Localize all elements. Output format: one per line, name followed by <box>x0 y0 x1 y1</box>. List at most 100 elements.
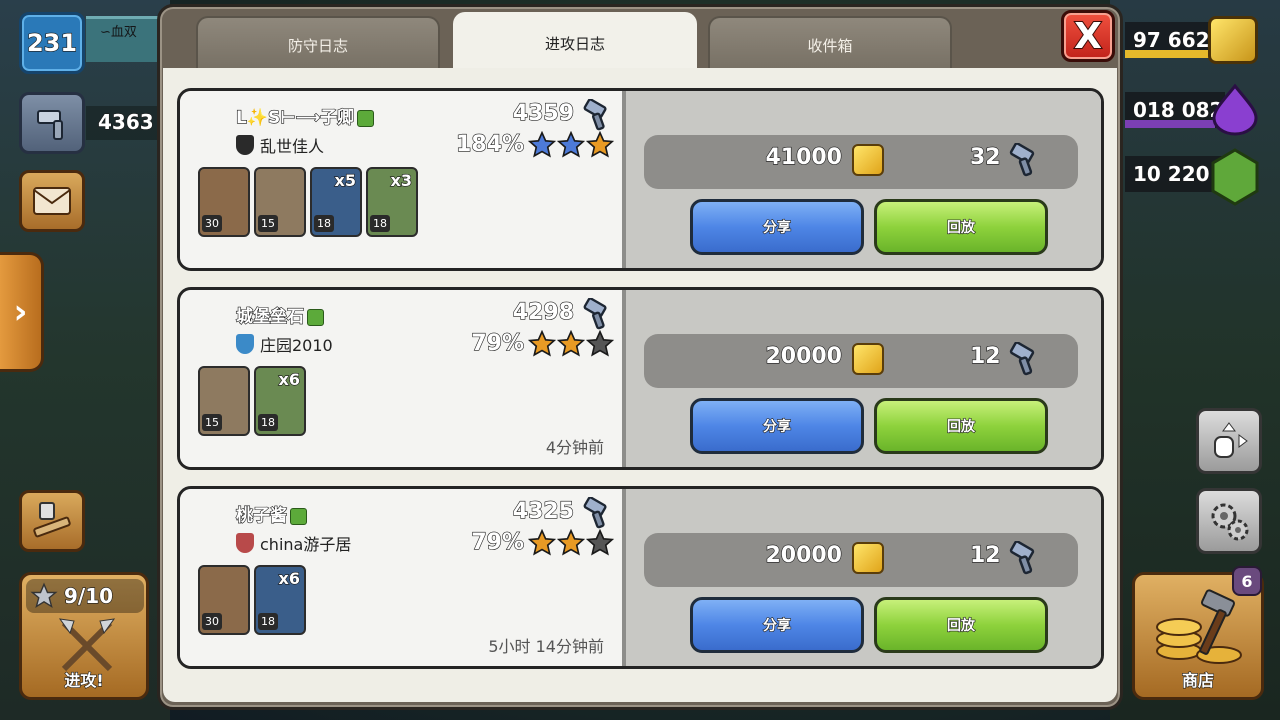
trophy-hammer-icon <box>1009 540 1035 575</box>
star-icon <box>30 582 58 609</box>
move-buildings-button[interactable] <box>1196 408 1262 474</box>
attack-time: 5小时 14分钟前 <box>488 637 604 656</box>
chevron-right-icon: › <box>13 292 28 332</box>
gold-looted: 41000 <box>765 144 843 170</box>
troop-count: x3 <box>390 170 413 190</box>
troop-card-baby-dragon: x6 18 <box>254 366 306 436</box>
opponent-trophies: 4298 <box>512 299 574 325</box>
shop-label: 商店 <box>1181 670 1214 690</box>
elixir-fill <box>1125 120 1215 128</box>
trophy-icon <box>1006 341 1040 380</box>
troop-level: 30 <box>202 613 222 630</box>
gold-amount: 97 662 <box>1132 27 1210 52</box>
gold-coins-hammer-icon <box>1156 589 1242 664</box>
troop-card-cannon-cart: 15 <box>198 366 250 436</box>
clan-badge-icon <box>236 334 254 354</box>
trophies-gained: 32 <box>969 144 1001 170</box>
clan-name: 庄园2010 <box>260 336 333 355</box>
troop-card-barbarian-cannon: 30 <box>198 565 250 635</box>
elixir-icon <box>1212 83 1258 136</box>
troop-count: x6 <box>278 369 301 389</box>
troop-card-pekka: x5 18 <box>310 167 362 237</box>
troop-count: x5 <box>334 170 357 190</box>
gems-amount: 10 220 <box>1132 161 1210 186</box>
sword-icon <box>33 502 71 538</box>
tab-inbox[interactable]: 收件箱 <box>708 16 952 72</box>
loot-summary: 41000 32 <box>644 135 1078 189</box>
league-tag-icon <box>290 507 307 525</box>
replay-button[interactable]: 回放 <box>874 398 1048 454</box>
opponent-clan: 庄园2010 <box>236 332 333 356</box>
share-button[interactable]: 分享 <box>690 398 864 454</box>
trophy-icon-button[interactable] <box>19 92 85 154</box>
trophy-icon <box>580 496 612 533</box>
league-tag-icon <box>357 109 375 127</box>
trophy-hammer-icon <box>1009 142 1035 177</box>
opponent-clan: china游子居 <box>236 531 351 555</box>
mail-button[interactable] <box>19 170 85 232</box>
destruction-percent: 79% <box>471 529 525 555</box>
troop-card-pekka: x6 18 <box>254 565 306 635</box>
troop-level: 18 <box>258 613 278 630</box>
trophies-gained: 12 <box>969 343 1001 369</box>
troop-count: x6 <box>278 568 301 588</box>
star-icon <box>527 528 557 561</box>
trophies-gained: 12 <box>969 542 1001 568</box>
opponent-trophies: 4359 <box>512 100 574 126</box>
opponent-clan: 乱世佳人 <box>236 133 324 157</box>
star-icon <box>556 130 586 163</box>
gold-fill <box>1125 50 1215 58</box>
league-tag-icon <box>307 308 324 326</box>
opponent-info: 城堡垒石 庄园2010 4298 79% 15 x6 18 4分钟前 <box>180 290 622 467</box>
attack-button[interactable]: 9/10 进攻! <box>19 572 149 700</box>
experience-level-badge[interactable]: 231 <box>19 12 85 74</box>
tab-defense-log[interactable]: 防守日志 <box>196 16 440 72</box>
player-name-strip: ∽血双 <box>86 16 166 62</box>
builder-button[interactable] <box>19 490 85 552</box>
troop-level: 15 <box>202 414 222 431</box>
trophy-hammer-icon <box>583 297 607 330</box>
gear-icon <box>1211 503 1249 541</box>
opponent-trophies: 4325 <box>512 498 574 524</box>
troop-card-barbarian-cannon: 30 <box>198 167 250 237</box>
trophy-count-box: 4363 <box>86 106 166 140</box>
star-icon <box>585 329 615 362</box>
expand-side-panel-button[interactable]: › <box>0 252 44 372</box>
gold-icon <box>852 343 884 375</box>
opponent-info: L✨S⊢⟶子卿 乱世佳人 4359 184% 30 15 x5 18 x3 18 <box>180 91 622 268</box>
troop-level: 18 <box>314 215 334 232</box>
hand-arrows-icon <box>1214 422 1248 458</box>
clan-name: 乱世佳人 <box>260 137 325 156</box>
opponent-info: 桃子酱 china游子居 4325 79% 30 x6 18 5小时 14分钟前 <box>180 489 622 666</box>
opponent-name: L✨S⊢⟶子卿 <box>235 103 375 129</box>
gold-icon <box>1208 16 1258 64</box>
star-icon <box>527 130 557 163</box>
star-icon <box>585 528 615 561</box>
trophy-icon <box>1006 540 1040 579</box>
share-button[interactable]: 分享 <box>690 597 864 653</box>
trophy-hammer-icon <box>583 496 607 529</box>
destruction-percent: 184% <box>455 131 524 157</box>
opponent-name: 桃子酱 <box>235 501 307 527</box>
hammer-icon <box>37 110 63 140</box>
star-icon <box>585 130 615 163</box>
close-button[interactable]: X <box>1061 10 1115 62</box>
replay-button[interactable]: 回放 <box>874 199 1048 255</box>
share-button[interactable]: 分享 <box>690 199 864 255</box>
opponent-name: 城堡垒石 <box>235 302 324 328</box>
tab-attack-log[interactable]: 进攻日志 <box>453 12 697 74</box>
attack-log-entry: 城堡垒石 庄园2010 4298 79% 15 x6 18 4分钟前 20000… <box>177 287 1104 470</box>
loot-panel: 41000 32 分享 回放 <box>622 91 1101 268</box>
replay-button[interactable]: 回放 <box>874 597 1048 653</box>
trophy-hammer-icon <box>1009 341 1035 376</box>
clan-name: china游子居 <box>260 535 352 554</box>
player-name: ∽血双 <box>100 25 137 40</box>
gold-icon <box>852 144 884 176</box>
trophy-icon <box>1006 142 1040 181</box>
troop-card-baby-dragon: x3 18 <box>366 167 418 237</box>
settings-button[interactable] <box>1196 488 1262 554</box>
experience-level: 231 <box>26 28 78 57</box>
loot-panel: 20000 12 分享 回放 <box>622 489 1101 666</box>
troop-level: 30 <box>202 215 222 232</box>
gold-icon <box>852 542 884 574</box>
